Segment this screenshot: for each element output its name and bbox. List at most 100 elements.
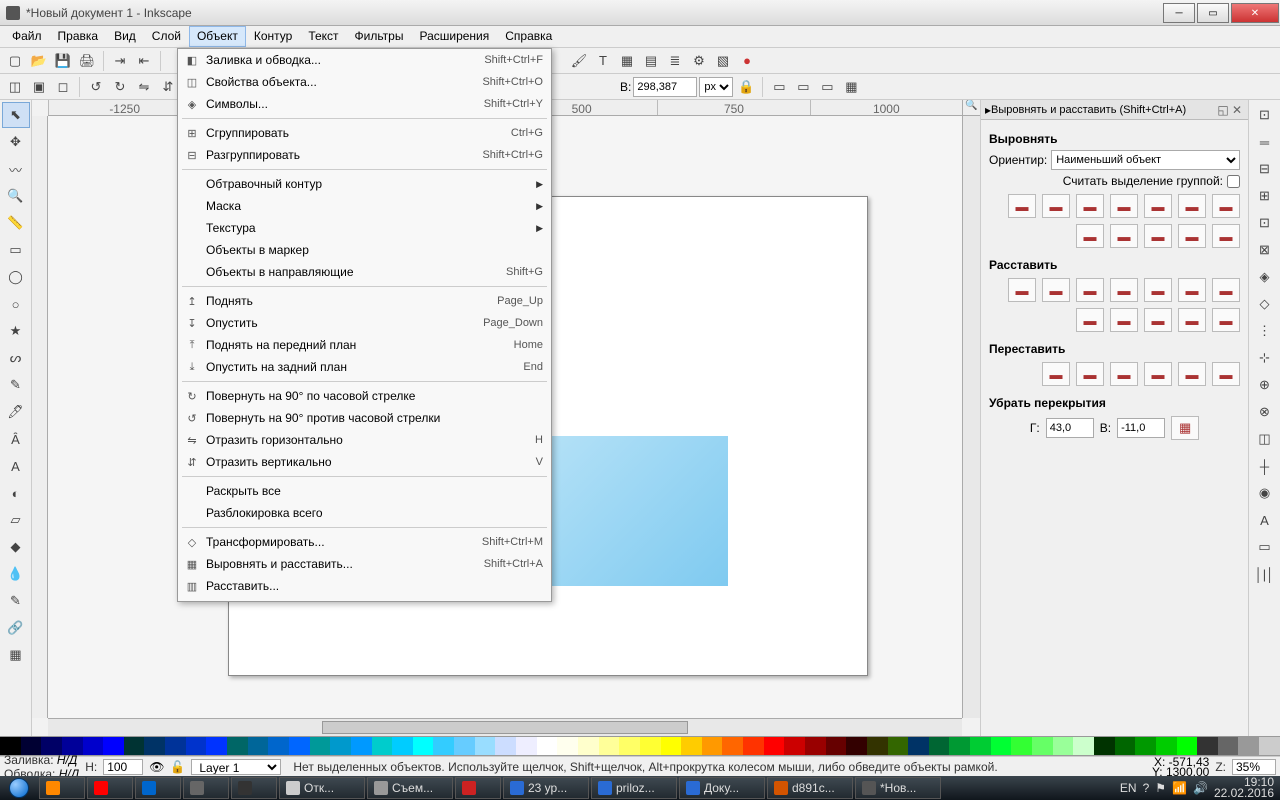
tool-icon[interactable]: ◆ (2, 534, 30, 560)
scrollbar-vertical[interactable] (962, 116, 980, 718)
snap-icon[interactable]: ⋮ (1251, 318, 1279, 344)
snap-icon[interactable]: ⊗ (1251, 399, 1279, 425)
export-icon[interactable]: ⇤ (133, 50, 155, 72)
menuitem[interactable]: ⊟РазгруппироватьShift+Ctrl+G (178, 144, 551, 166)
swatch[interactable] (681, 737, 702, 755)
menuitem[interactable]: ⊞СгруппироватьCtrl+G (178, 122, 551, 144)
swatch[interactable] (908, 737, 929, 755)
taskbar-app[interactable]: 23 ур... (503, 777, 589, 799)
swatch[interactable] (83, 737, 104, 755)
select-all-icon[interactable]: ◫ (4, 76, 26, 98)
align-button[interactable]: ▬ (1212, 308, 1240, 332)
tool-icon[interactable]: ✎ (2, 372, 30, 398)
deselect-icon[interactable]: ◻ (52, 76, 74, 98)
align-button[interactable]: ▬ (1076, 224, 1104, 248)
swatch[interactable] (1115, 737, 1136, 755)
lock-icon[interactable]: 🔒 (735, 76, 757, 98)
flip-v-icon[interactable]: ⇵ (157, 76, 179, 98)
tool-icon[interactable]: ▦ (2, 642, 30, 668)
orient-select[interactable]: Наименьший объект (1051, 150, 1240, 170)
xml-icon[interactable]: ▦ (616, 50, 638, 72)
snap-icon[interactable]: ⊡ (1251, 210, 1279, 236)
menu-справка[interactable]: Справка (497, 26, 560, 47)
menu-расширения[interactable]: Расширения (411, 26, 497, 47)
menuitem[interactable]: Маска▶ (178, 195, 551, 217)
align-button[interactable]: ▬ (1144, 308, 1172, 332)
snap-icon[interactable]: ⊟ (1251, 156, 1279, 182)
text-tool-icon[interactable]: T (592, 50, 614, 72)
snap-icon[interactable]: A (1251, 507, 1279, 533)
tool-icon[interactable]: 💧 (2, 561, 30, 587)
affect-4-icon[interactable]: ▦ (840, 76, 862, 98)
swatch[interactable] (805, 737, 826, 755)
menuitem[interactable]: ↧ОпуститьPage_Down (178, 312, 551, 334)
layers-icon[interactable]: ≣ (664, 50, 686, 72)
snap-icon[interactable]: ⊹ (1251, 345, 1279, 371)
align-button[interactable]: ▬ (1212, 224, 1240, 248)
snap-icon[interactable]: ◫ (1251, 426, 1279, 452)
tool-icon[interactable]: Ȃ (2, 426, 30, 452)
tool-icon[interactable]: ✎ (2, 588, 30, 614)
menu-файл[interactable]: Файл (4, 26, 50, 47)
swatch[interactable] (454, 737, 475, 755)
doc-prefs-icon[interactable]: ▧ (712, 50, 734, 72)
taskbar-app[interactable]: d891c... (767, 777, 853, 799)
tool-icon[interactable]: ○ (2, 291, 30, 317)
close-button[interactable]: ✕ (1231, 3, 1279, 23)
snap-icon[interactable]: ⊠ (1251, 237, 1279, 263)
rotate-ccw-icon[interactable]: ↺ (85, 76, 107, 98)
swatch[interactable] (495, 737, 516, 755)
clock-date[interactable]: 22.02.2016 (1214, 788, 1274, 799)
swatch[interactable] (124, 737, 145, 755)
taskbar-app[interactable]: Отк... (279, 777, 365, 799)
menuitem[interactable]: Раскрыть все (178, 480, 551, 502)
menuitem[interactable]: ⇵Отразить вертикальноV (178, 451, 551, 473)
align-button[interactable]: ▬ (1144, 194, 1172, 218)
opacity-input[interactable] (103, 759, 143, 775)
swatch[interactable] (268, 737, 289, 755)
affect-2-icon[interactable]: ▭ (792, 76, 814, 98)
print-icon[interactable]: 🖨 (76, 50, 98, 72)
swatch[interactable] (1073, 737, 1094, 755)
swatch[interactable] (846, 737, 867, 755)
align-button[interactable]: ▬ (1008, 278, 1036, 302)
dock-detach-icon[interactable]: ◱ (1216, 103, 1230, 117)
align-button[interactable]: ▬ (1110, 308, 1138, 332)
tool-icon[interactable]: ⬉ (2, 102, 30, 128)
menuitem[interactable]: ↺Повернуть на 90° против часовой стрелки (178, 407, 551, 429)
tray-flag-icon[interactable]: ⚑ (1155, 781, 1166, 795)
swatch[interactable] (537, 737, 558, 755)
swatch[interactable] (351, 737, 372, 755)
taskbar-app[interactable] (87, 777, 133, 799)
snap-icon[interactable]: ◈ (1251, 264, 1279, 290)
align-button[interactable]: ▬ (1110, 194, 1138, 218)
zoom-input[interactable] (1232, 759, 1276, 775)
snap-icon[interactable]: ◉ (1251, 480, 1279, 506)
swatch[interactable] (1094, 737, 1115, 755)
lock-layer-icon[interactable]: 🔓 (170, 760, 185, 774)
menuitem[interactable]: ▥Расставить... (178, 575, 551, 597)
align-icon[interactable]: ▤ (640, 50, 662, 72)
swatch[interactable] (661, 737, 682, 755)
align-button[interactable]: ▬ (1110, 278, 1138, 302)
swatch[interactable] (186, 737, 207, 755)
menuitem[interactable]: ◧Заливка и обводка...Shift+Ctrl+F (178, 49, 551, 71)
swatch[interactable] (206, 737, 227, 755)
align-button[interactable]: ▬ (1178, 362, 1206, 386)
swatch[interactable] (1218, 737, 1239, 755)
align-button[interactable]: ▬ (1042, 362, 1070, 386)
tray-help-icon[interactable]: ? (1143, 781, 1150, 795)
tool-icon[interactable]: 📏 (2, 210, 30, 236)
import-icon[interactable]: ⇥ (109, 50, 131, 72)
align-button[interactable]: ▬ (1144, 362, 1172, 386)
lang-indicator[interactable]: EN (1120, 781, 1137, 795)
width-input[interactable] (633, 77, 697, 97)
menuitem[interactable]: ⤒Поднять на передний планHome (178, 334, 551, 356)
align-button[interactable]: ▬ (1178, 278, 1206, 302)
snap-icon[interactable]: ◇ (1251, 291, 1279, 317)
new-icon[interactable]: ▢ (4, 50, 26, 72)
tool-icon[interactable]: 🔍 (2, 183, 30, 209)
menuitem[interactable]: ▦Выровнять и расставить...Shift+Ctrl+A (178, 553, 551, 575)
align-button[interactable]: ▬ (1110, 224, 1138, 248)
start-button[interactable] (0, 776, 38, 800)
